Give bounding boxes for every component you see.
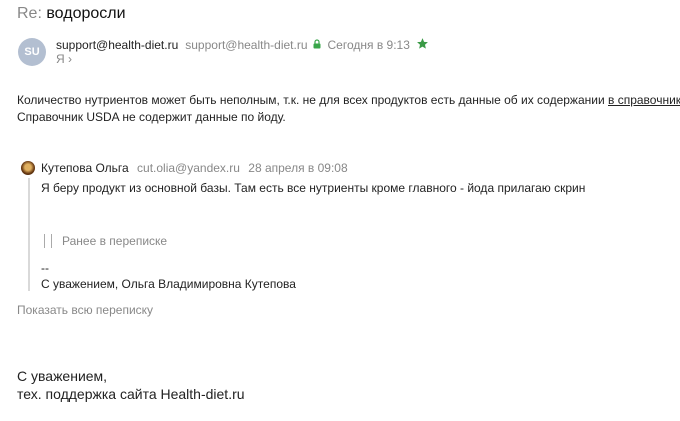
recipient-name: Я [56, 52, 65, 66]
closing-line-2: тех. поддержка сайта Health-diet.ru [17, 386, 245, 402]
quote-bars-icon [44, 234, 52, 248]
sender-avatar[interactable]: SU [18, 38, 46, 66]
chevron-right-icon: › [68, 52, 73, 66]
message-line-1-text: Количество нутриентов может быть неполны… [17, 93, 608, 107]
reference-link[interactable]: в справочниках [608, 93, 680, 107]
quote-author-email[interactable]: cut.olia@yandex.ru [137, 161, 240, 175]
star-icon[interactable] [416, 37, 429, 53]
recipient-line[interactable]: Я › [56, 52, 72, 66]
earlier-in-thread-toggle[interactable]: Ранее в переписке [44, 234, 167, 248]
quote-bar [28, 178, 30, 291]
quote-author-avatar [21, 161, 35, 175]
email-subject: Re: водоросли [17, 5, 126, 23]
subject-prefix: Re: [17, 5, 42, 22]
closing-line-1: С уважением, [17, 368, 108, 384]
lock-icon [313, 38, 321, 52]
email-closing: С уважением, тех. поддержка сайта Health… [17, 367, 245, 403]
quote-header: Кутепова Ольга cut.olia@yandex.ru 28 апр… [41, 161, 348, 175]
sender-email[interactable]: support@health-diet.ru [185, 38, 307, 52]
quote-author-name[interactable]: Кутепова Ольга [41, 161, 129, 175]
subject-text: водоросли [46, 5, 126, 22]
quote-text: Я беру продукт из основной базы. Там ест… [41, 181, 586, 195]
quote-signature: С уважением, Ольга Владимировна Кутепова [41, 277, 296, 291]
quote-date: 28 апреля в 09:08 [248, 161, 348, 175]
email-date: Сегодня в 9:13 [327, 38, 410, 52]
message-body: Количество нутриентов может быть неполны… [17, 92, 680, 126]
sender-line: support@health-diet.ru support@health-di… [56, 37, 429, 53]
sender-name[interactable]: support@health-diet.ru [56, 38, 178, 52]
show-all-thread-link[interactable]: Показать всю переписку [17, 303, 153, 317]
message-line-1: Количество нутриентов может быть неполны… [17, 92, 680, 109]
quote-signature-dash: -- [41, 261, 49, 275]
earlier-label: Ранее в переписке [62, 234, 168, 248]
message-line-2: Справочник USDA не содержит данные по йо… [17, 110, 286, 124]
